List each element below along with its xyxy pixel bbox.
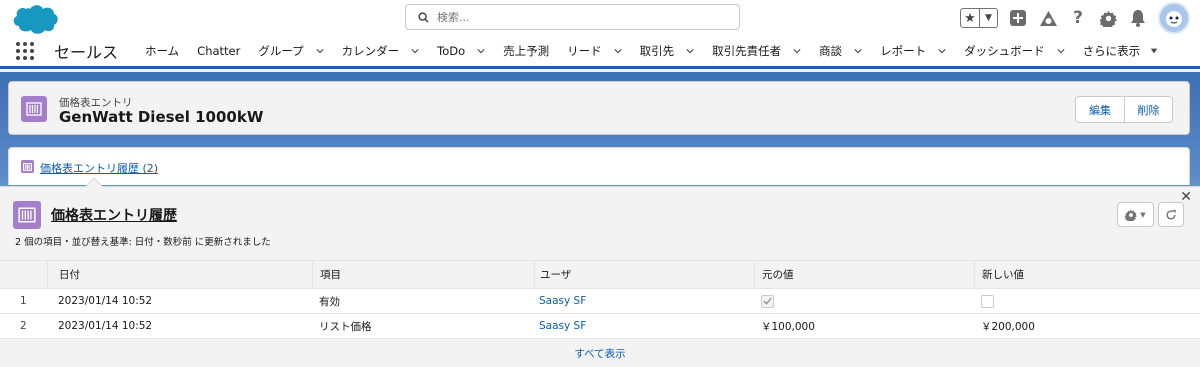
column-header-rownum (0, 261, 47, 288)
nav-items: ホーム Chatter グループ カレンダー ToDo 売上予測 リード 取引先 取引先責任者 商… (136, 36, 1167, 66)
edit-button[interactable]: 編集 (1076, 97, 1124, 122)
table-row: 1 2023/01/14 10:52 有効 Saasy SF (0, 289, 1200, 314)
record-actions: 編集 削除 (1075, 96, 1173, 123)
related-list-link[interactable]: 価格表エントリ履歴 (2) (40, 160, 158, 176)
nav-item-label: リード (567, 44, 602, 58)
search-icon (418, 11, 429, 23)
column-header-field[interactable]: 項目 (312, 261, 534, 288)
nav-item[interactable]: レポート (871, 36, 955, 66)
nav-item-label: レポート (880, 44, 927, 58)
table-header-row: 日付 項目 ユーザ 元の値 新しい値 (0, 261, 1200, 289)
related-list-card: 価格表エントリ履歴 (2) (8, 147, 1190, 185)
row-number: 2 (20, 320, 27, 332)
field-cell: リスト価格 (319, 320, 372, 333)
refresh-button[interactable] (1158, 202, 1184, 227)
user-link[interactable]: Saasy SF (539, 295, 586, 307)
favorites-dropdown-icon[interactable]: ▼ (979, 9, 997, 27)
setup-gear-icon[interactable] (1098, 8, 1118, 28)
chevron-down-icon[interactable] (854, 47, 862, 55)
nav-item[interactable]: ホーム (136, 36, 188, 66)
nav-item[interactable]: ダッシュボード (955, 36, 1074, 66)
column-header-date[interactable]: 日付 (47, 261, 312, 288)
list-settings-button[interactable]: ▼ (1117, 202, 1154, 227)
nav-item-label: ダッシュボード (964, 44, 1045, 58)
nav-item-label: 取引先 (639, 44, 675, 58)
date-cell: 2023/01/14 10:52 (58, 320, 153, 332)
favorites-control[interactable]: ★ ▼ (960, 8, 998, 28)
global-search-input[interactable]: 検索... (405, 4, 740, 30)
delete-button[interactable]: 削除 (1124, 97, 1172, 122)
table-row: 2 2023/01/14 10:52 リスト価格 Saasy SF ￥100,0… (0, 314, 1200, 339)
nav-item[interactable]: さらに表示 (1074, 36, 1168, 66)
old-value-cell (754, 289, 974, 313)
app-name: セールス (54, 43, 119, 62)
nav-item-label: 商談 (819, 44, 843, 58)
nav-item[interactable]: ToDo (428, 36, 494, 66)
record-title: GenWatt Diesel 1000kW (59, 108, 264, 126)
old-value-cell: ￥100,000 (761, 320, 815, 333)
record-header: 価格表エントリ GenWatt Diesel 1000kW 編集 削除 (8, 81, 1190, 135)
global-actions-icon[interactable] (1008, 8, 1028, 28)
nav-item-label: さらに表示 (1082, 44, 1141, 58)
nav-item[interactable]: Chatter (188, 36, 249, 66)
help-icon[interactable]: ? (1068, 8, 1088, 28)
date-cell: 2023/01/14 10:52 (58, 295, 153, 307)
user-link[interactable]: Saasy SF (539, 320, 586, 332)
chevron-down-icon[interactable] (614, 47, 622, 55)
app-launcher-icon[interactable] (16, 41, 36, 61)
header-utility-icons: ★ ▼ ? (960, 2, 1190, 34)
new-value-checkbox-unchecked (981, 294, 994, 308)
new-value-cell: ￥200,000 (981, 320, 1035, 333)
nav-item[interactable]: リード (558, 36, 631, 66)
row-number: 1 (20, 295, 27, 307)
nav-item-label: カレンダー (341, 44, 400, 58)
nav-item[interactable]: 商談 (810, 36, 871, 66)
chevron-down-icon[interactable] (938, 47, 946, 55)
more-dropdown-icon[interactable] (1150, 47, 1158, 55)
column-header-user[interactable]: ユーザ (534, 261, 754, 288)
user-avatar[interactable] (1158, 2, 1190, 34)
history-table: 日付 項目 ユーザ 元の値 新しい値 1 2023/01/14 10:52 有効… (0, 260, 1200, 367)
pricebook-entry-icon (21, 96, 47, 122)
chevron-down-icon[interactable] (316, 47, 324, 55)
nav-item-label: 売上予測 (503, 44, 550, 58)
star-icon[interactable]: ★ (961, 9, 979, 27)
nav-item[interactable]: 取引先 (631, 36, 704, 66)
nav-item-label: グループ (258, 44, 304, 58)
refresh-icon (1166, 209, 1176, 219)
pricebook-entry-history-icon (21, 160, 34, 173)
chevron-down-icon[interactable] (686, 47, 694, 55)
related-list-title[interactable]: 価格表エントリ履歴 (51, 205, 177, 225)
notifications-bell-icon[interactable] (1128, 8, 1148, 28)
global-header: 検索... ★ ▼ ? (0, 0, 1200, 36)
nav-item[interactable]: 取引先責任者 (703, 36, 810, 66)
chevron-down-icon[interactable] (1057, 47, 1065, 55)
checkmark-icon (763, 297, 772, 305)
app-navigation-bar: セールス ホーム Chatter グループ カレンダー ToDo 売上予測 リード 取引先 取引… (0, 36, 1200, 69)
column-header-old-value[interactable]: 元の値 (754, 261, 974, 288)
nav-item[interactable]: グループ (249, 36, 332, 66)
nav-item-label: Chatter (197, 44, 241, 58)
related-list-object-icon (13, 201, 41, 229)
column-header-new-value[interactable]: 新しい値 (974, 261, 1200, 288)
view-all-link[interactable]: すべて表示 (0, 339, 1200, 367)
nav-item-label: ホーム (145, 44, 180, 58)
search-placeholder: 検索... (437, 11, 470, 24)
nav-item-label: 取引先責任者 (712, 44, 782, 58)
related-list-meta: 2 個の項目・並び替え基準: 日付・数秒前 に更新されました (15, 237, 271, 248)
nav-item-label: ToDo (437, 44, 466, 58)
old-value-checkbox-checked (761, 294, 774, 308)
chevron-down-icon: ▼ (1140, 210, 1146, 219)
new-value-cell (974, 289, 1200, 313)
field-cell: 有効 (319, 295, 340, 308)
salesforce-logo[interactable] (10, 3, 60, 35)
trailhead-guidance-icon[interactable] (1038, 8, 1058, 28)
nav-item[interactable]: 売上予測 (494, 36, 558, 66)
chevron-down-icon[interactable] (411, 47, 419, 55)
chevron-down-icon[interactable] (477, 47, 485, 55)
gear-icon (1125, 209, 1138, 221)
chevron-down-icon[interactable] (793, 47, 801, 55)
nav-item[interactable]: カレンダー (333, 36, 429, 66)
